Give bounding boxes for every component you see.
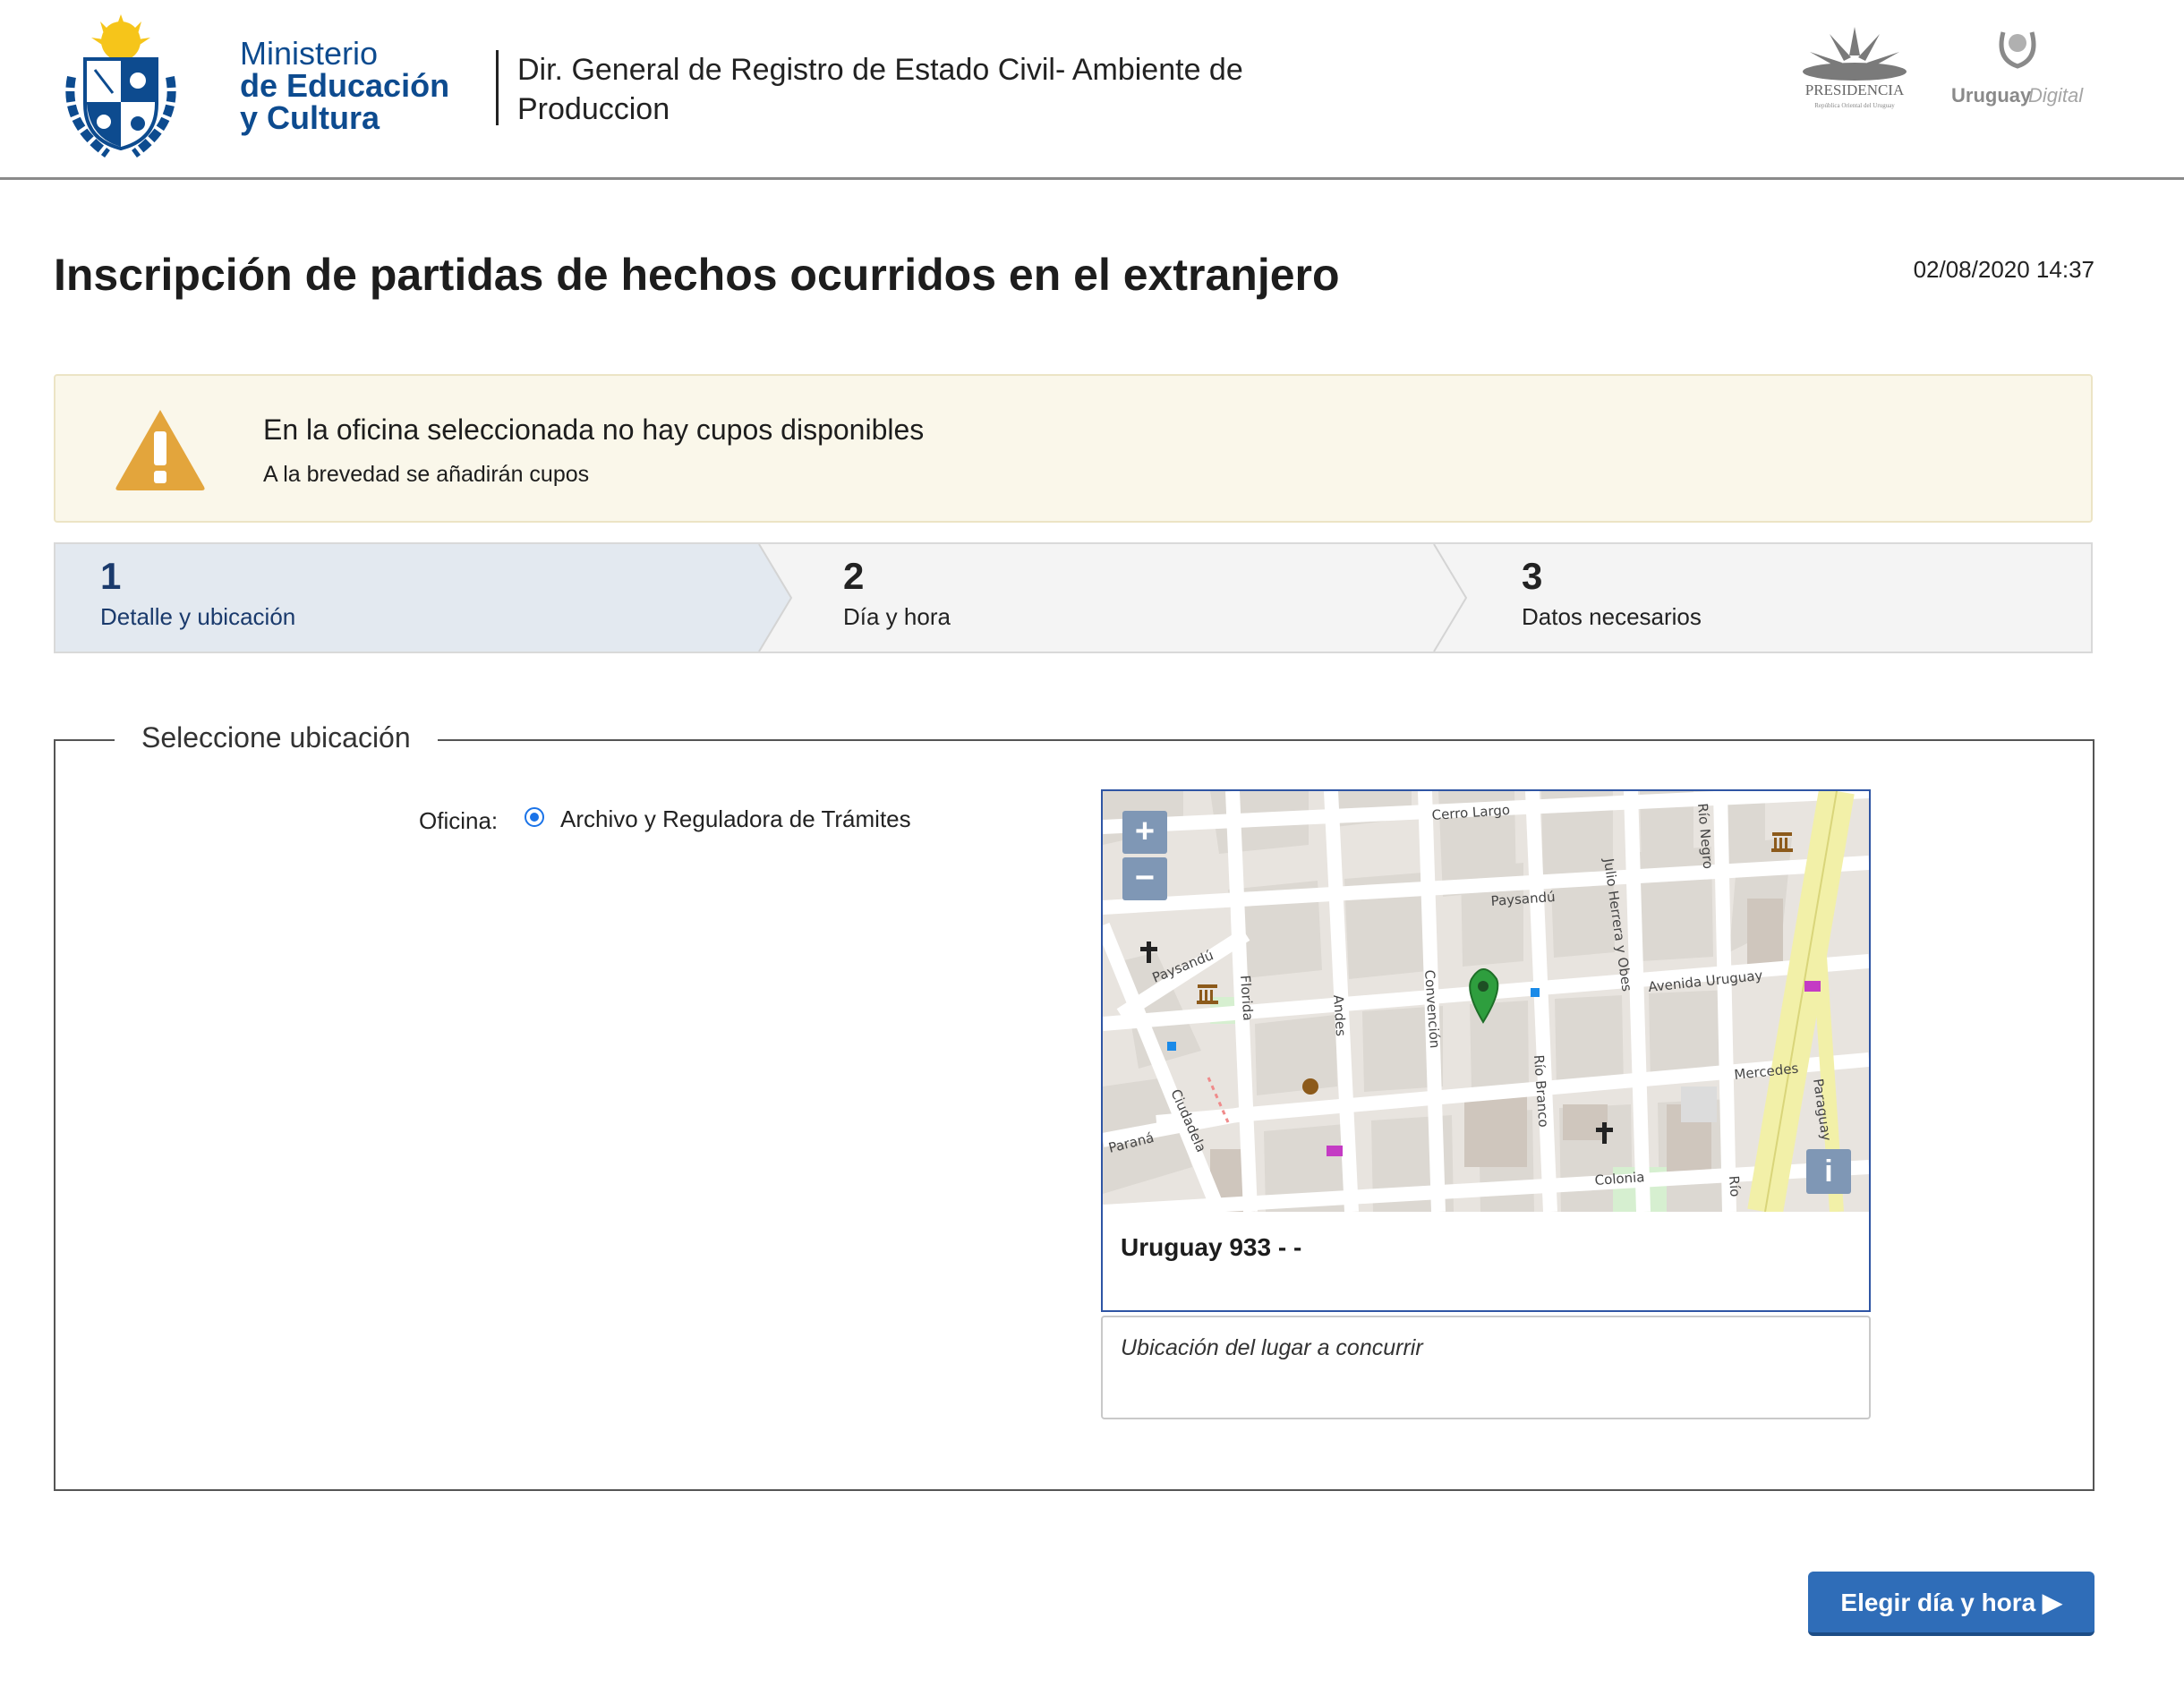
- choose-day-time-button[interactable]: Elegir día y hora ▶: [1808, 1572, 2094, 1636]
- office-map[interactable]: Cerro Largo Río Negro Paysandú Paysandú …: [1103, 791, 1869, 1212]
- step-number: 3: [1522, 555, 1543, 597]
- site-header: Ministerio de Educación y Cultura Dir. G…: [0, 0, 2184, 180]
- progress-stepper: 1 Detalle y ubicación 2 Día y hora 3 Dat…: [54, 542, 2093, 653]
- office-option-label[interactable]: Archivo y Reguladora de Trámites: [560, 805, 911, 833]
- location-legend: Seleccione ubicación: [115, 721, 438, 754]
- agency-title: Dir. General de Registro de Estado Civil…: [517, 53, 1243, 126]
- current-datetime: 02/08/2020 14:37: [1913, 256, 2094, 283]
- location-input[interactable]: [1101, 1316, 1871, 1419]
- page-title: Inscripción de partidas de hechos ocurri…: [54, 250, 1340, 300]
- zoom-out-button[interactable]: −: [1122, 857, 1167, 900]
- warning-icon: [115, 410, 205, 490]
- stepper-shapes: [55, 544, 1468, 652]
- uruguay-label: Uruguay: [1951, 84, 2032, 107]
- map-tiles: Cerro Largo Río Negro Paysandú Paysandú …: [1103, 791, 1869, 1212]
- office-label: Oficina:: [419, 807, 499, 834]
- step-2-day-time[interactable]: 2 Día y hora: [843, 553, 951, 634]
- office-radio[interactable]: [525, 807, 544, 827]
- step-1-details-location[interactable]: 1 Detalle y ubicación: [100, 553, 295, 634]
- ministry-line-1: Ministerio: [240, 35, 379, 72]
- alert-subtitle: A la brevedad se añadirán cupos: [263, 462, 590, 487]
- step-label: Día y hora: [843, 603, 951, 630]
- step-label: Detalle y ubicación: [100, 603, 296, 630]
- presidencia-logo-icon: PRESIDENCIA República Oriental del Urugu…: [1803, 27, 1907, 109]
- header-divider: [496, 50, 499, 125]
- uruguay-coat-of-arms-icon: [65, 14, 176, 158]
- step-number: 1: [100, 555, 122, 597]
- street-label: Andes: [1330, 994, 1349, 1037]
- presidencia-label: PRESIDENCIA: [1805, 81, 1905, 98]
- location-fieldset: Seleccione ubicación Oficina: Archivo y …: [54, 721, 2094, 1491]
- office-address: Uruguay 933 - -: [1121, 1233, 1302, 1261]
- step-3-required-data[interactable]: 3 Datos necesarios: [1522, 553, 1702, 634]
- ministry-line-2: de Educación: [240, 67, 450, 104]
- map-info-button[interactable]: i: [1806, 1149, 1851, 1194]
- step-number: 2: [843, 555, 865, 597]
- ministry-logo-text: Ministerio de Educación y Cultura: [240, 38, 449, 134]
- map-card: Cerro Largo Río Negro Paysandú Paysandú …: [1101, 789, 1871, 1312]
- step-label: Datos necesarios: [1522, 603, 1702, 630]
- ministry-line-3: y Cultura: [240, 99, 380, 136]
- presidencia-sublabel: República Oriental del Uruguay: [1814, 102, 1895, 109]
- alert-title: En la oficina seleccionada no hay cupos …: [263, 413, 925, 446]
- zoom-in-button[interactable]: +: [1122, 811, 1167, 854]
- uruguay-digital-logo-icon: Uruguay Digital: [1951, 31, 2084, 107]
- no-slots-alert: En la oficina seleccionada no hay cupos …: [54, 374, 2093, 523]
- digital-label: Digital: [2028, 84, 2084, 107]
- street-label: Florida: [1237, 975, 1257, 1021]
- street-label: Río: [1726, 1175, 1744, 1197]
